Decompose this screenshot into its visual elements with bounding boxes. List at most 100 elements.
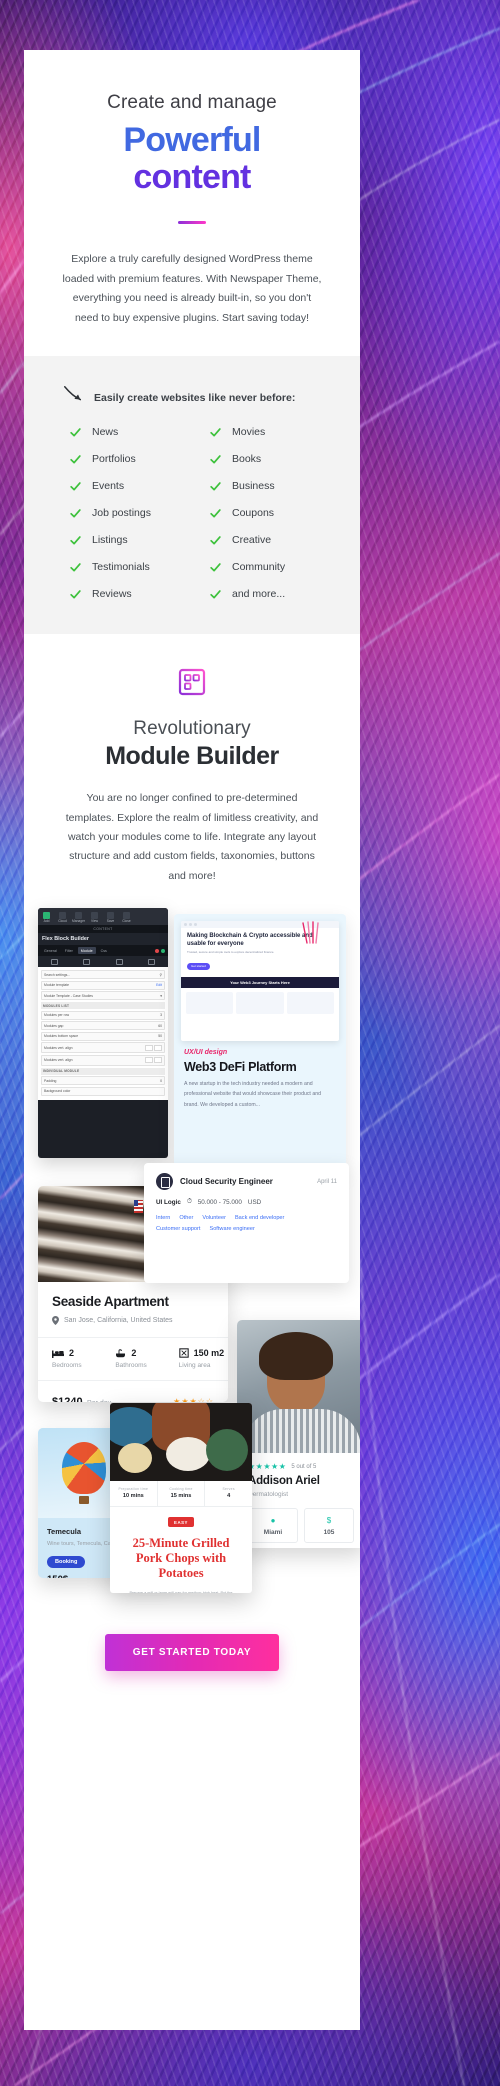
setting-row[interactable]: Modules bottom space 50 — [41, 1031, 165, 1041]
feature-label: Job postings — [92, 507, 151, 520]
get-started-button[interactable]: GET STARTED TODAY — [104, 1634, 280, 1672]
apartment-location-text: San Jose, California, United States — [64, 1317, 173, 1325]
builder-device-icons[interactable] — [38, 956, 168, 968]
flag-decoration — [134, 1200, 143, 1214]
apartment-title: Seaside Apartment — [52, 1294, 169, 1310]
web3-title: Web3 DeFi Platform — [184, 1060, 297, 1075]
toolbar-cloud[interactable]: Cloud — [56, 911, 69, 923]
feature-item: Community — [210, 561, 336, 573]
tab-general[interactable]: General — [41, 947, 60, 954]
toolbar-close[interactable]: Close — [120, 911, 133, 923]
module-builder-kicker: Revolutionary — [133, 718, 251, 740]
recipe-cook-time: Cooking time 15 mins — [158, 1481, 206, 1507]
check-mark-icon — [210, 481, 221, 491]
job-subline: UI Logic ⏱ 50.000 - 75.000 USD — [156, 1198, 337, 1206]
job-tag[interactable]: Customer support — [156, 1226, 200, 1232]
features-section: Easily create websites like never before… — [24, 356, 360, 635]
feature-label: Events — [92, 480, 125, 493]
job-tag[interactable]: Software engineer — [209, 1226, 254, 1232]
recipe-card[interactable]: Preparation time 10 mins Cooking time 15… — [110, 1403, 252, 1594]
toolbar-manager[interactable]: Manager — [72, 911, 85, 923]
web3-screenshot: Making Blockchain & Crypto accessible an… — [181, 921, 339, 1042]
job-tags[interactable]: Intern Other Volunteer Back end develope… — [156, 1215, 337, 1232]
web3-body: A new startup in the tech industry neede… — [184, 1081, 321, 1108]
stat-bathrooms: 2 Bathrooms — [101, 1338, 164, 1380]
bath-icon — [116, 1349, 126, 1357]
hero-kicker: Create and manage — [107, 92, 277, 113]
apartment-rating: ★★★☆☆ — [173, 1396, 214, 1403]
job-tag[interactable]: Volunteer — [202, 1215, 226, 1221]
recipe-prep-time: Preparation time 10 mins — [110, 1481, 158, 1507]
builder-panel[interactable]: Add Cloud Manager View Save Close CONTEN… — [38, 908, 168, 1159]
status-dot-red — [155, 948, 159, 953]
job-tag[interactable]: Back end developer — [235, 1215, 284, 1221]
builder-toolbar[interactable]: Add Cloud Manager View Save Close — [38, 908, 168, 926]
builder-settings[interactable]: Search settings... ⚲ Module template Edit … — [38, 967, 168, 1101]
tab-filter[interactable]: Filter — [62, 947, 76, 954]
web3-band: Your Web3 Journey Starts Here — [181, 977, 339, 989]
job-date: April 11 — [317, 1178, 337, 1185]
feature-item: Books — [210, 453, 336, 465]
toolbar-view[interactable]: View — [88, 911, 101, 923]
setting-row[interactable]: Module template Edit — [41, 980, 165, 990]
feature-item: Movies — [210, 426, 336, 438]
feature-item: News — [70, 426, 196, 438]
apartment-price-unit: Per day — [87, 1400, 111, 1402]
job-header: Cloud Security Engineer April 11 — [156, 1173, 337, 1191]
feature-item: Job postings — [70, 507, 196, 519]
phone-icon[interactable] — [148, 958, 156, 965]
stat-bathrooms-label: Bathrooms — [115, 1362, 147, 1370]
apartment-price: $1240 — [52, 1396, 83, 1403]
map-pin-icon: ● — [270, 1516, 276, 1526]
landing-page-card: Create and manage Powerful content Explo… — [24, 50, 360, 2030]
job-listing-card[interactable]: Cloud Security Engineer April 11 UI Logi… — [144, 1163, 349, 1284]
laptop-icon[interactable] — [83, 958, 91, 965]
setting-row[interactable]: Modules per row 3 — [41, 1010, 165, 1020]
tab-module[interactable]: Module — [77, 947, 96, 955]
feature-item: Creative — [210, 534, 336, 546]
check-mark-icon — [210, 535, 221, 545]
web3-screenshot-cta[interactable]: Get started — [187, 962, 210, 970]
tablet-icon[interactable] — [115, 958, 123, 965]
company-avatar-icon — [156, 1173, 173, 1191]
job-tag[interactable]: Intern — [156, 1215, 170, 1221]
feature-label: Community — [232, 561, 286, 574]
toolbar-save[interactable]: Save — [104, 911, 117, 923]
feature-item: Reviews — [70, 588, 196, 600]
feature-label: News — [92, 426, 119, 439]
web3-case-study-card[interactable]: Making Blockchain & Crypto accessible an… — [174, 914, 346, 1173]
apartment-location: San Jose, California, United States — [52, 1316, 228, 1326]
module-builder-section: Revolutionary Module Builder You are no … — [24, 634, 360, 886]
job-tag[interactable]: Other — [179, 1215, 193, 1221]
feature-item: Events — [70, 480, 196, 492]
page-title: Powerful content — [54, 122, 330, 195]
recipe-difficulty-badge: EASY — [168, 1517, 194, 1528]
tab-css[interactable]: Css — [98, 947, 110, 954]
module-builder-title: Module Builder — [105, 742, 279, 771]
setting-row[interactable]: Background color — [41, 1086, 165, 1096]
doctor-info-cells: ● Miami $ 105 — [237, 1498, 360, 1544]
doctor-price-cell[interactable]: $ 105 — [304, 1508, 354, 1544]
stat-bedrooms-label: Bedrooms — [52, 1362, 82, 1370]
builder-content-label: CONTENT — [38, 925, 168, 934]
setting-row[interactable]: Modules vert. align — [41, 1054, 165, 1066]
builder-tabs[interactable]: General Filter Module Css — [38, 945, 168, 957]
check-mark-icon — [70, 562, 81, 572]
doctor-card[interactable]: ★★★★★ 5 out of 5 Addison Ariel Dermatolo… — [237, 1320, 360, 1549]
setting-row[interactable]: Modules vert. align — [41, 1042, 165, 1054]
desktop-icon[interactable] — [50, 958, 58, 965]
doctor-location-cell[interactable]: ● Miami — [248, 1508, 298, 1544]
toolbar-add[interactable]: Add — [40, 911, 53, 923]
recipe-meta: Preparation time 10 mins Cooking time 15… — [110, 1481, 252, 1508]
feature-label: Coupons — [232, 507, 275, 520]
doctor-name: Addison Ariel — [248, 1475, 320, 1488]
feature-label: Creative — [232, 534, 272, 547]
doctor-rating-text: 5 out of 5 — [291, 1463, 317, 1470]
setting-row[interactable]: Modules gap 60 — [41, 1021, 165, 1031]
setting-row[interactable]: Module Template - Case Studies ▾ — [41, 991, 165, 1001]
setting-row[interactable]: Padding 0 — [41, 1076, 165, 1086]
booking-badge[interactable]: Booking — [47, 1556, 86, 1569]
showcase-collage: Add Cloud Manager View Save Close CONTEN… — [24, 908, 360, 1608]
feature-label: Listings — [92, 534, 128, 547]
search-input[interactable]: Search settings... ⚲ — [41, 970, 165, 980]
